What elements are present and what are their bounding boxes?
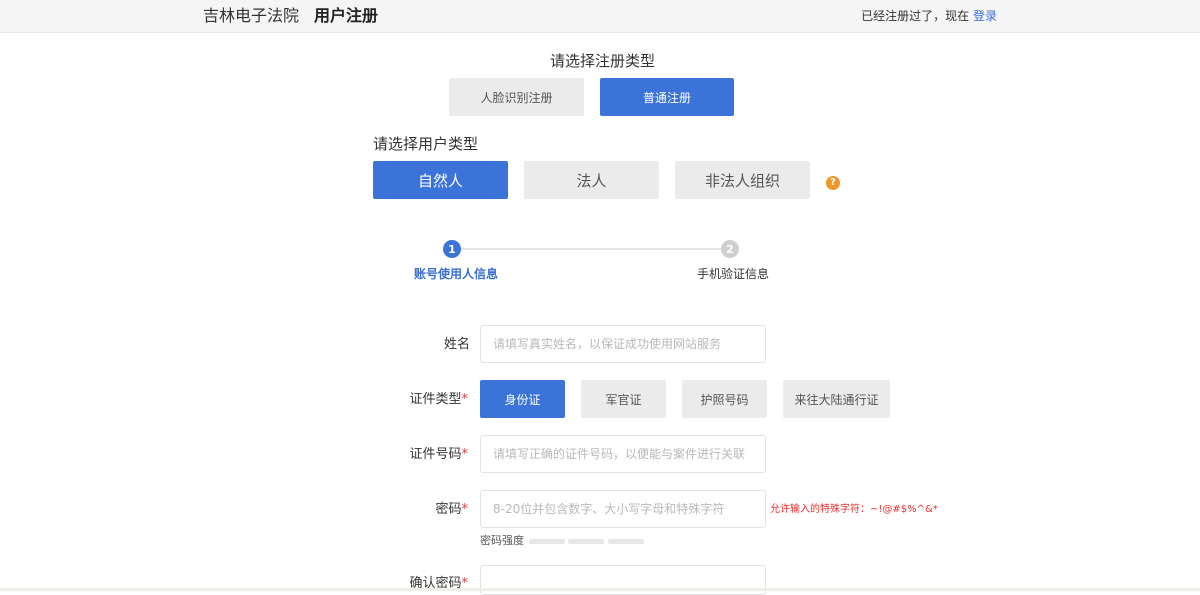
- name-label-text: 姓名: [443, 337, 470, 352]
- name-input[interactable]: [480, 325, 766, 363]
- user-type-non-legal-organization-button[interactable]: 非法人组织: [675, 161, 810, 199]
- user-type-natural-person-button[interactable]: 自然人: [373, 161, 508, 199]
- step-1-indicator: 1: [443, 240, 461, 258]
- id-type-label-text: 证件类型: [409, 392, 462, 407]
- step-progress-line: [452, 248, 730, 250]
- registration-type-title: 请选择注册类型: [550, 52, 656, 70]
- step-2-label: 手机验证信息: [697, 267, 770, 281]
- required-mark: *: [461, 392, 469, 407]
- user-type-title: 请选择用户类型: [373, 135, 479, 153]
- site-name: 吉林电子法院: [203, 6, 300, 25]
- login-hint-text: 已经注册过了，现在: [861, 9, 970, 23]
- required-mark: *: [461, 447, 469, 462]
- password-label-text: 密码: [435, 502, 462, 517]
- password-strength-bar-weak: [529, 539, 565, 544]
- user-type-legal-person-button[interactable]: 法人: [524, 161, 659, 199]
- step-1-label: 账号使用人信息: [414, 267, 499, 281]
- step-2-indicator: 2: [721, 240, 739, 258]
- name-label: 姓名: [330, 336, 470, 354]
- password-strength-label: 密码强度: [480, 534, 524, 547]
- password-strength-bar-strong: [608, 539, 644, 544]
- password-input[interactable]: [480, 490, 766, 528]
- id-type-officer-card-button[interactable]: 军官证: [581, 380, 666, 418]
- top-bar: 吉林电子法院 用户注册 已经注册过了，现在 登录: [0, 0, 1200, 33]
- login-hint: 已经注册过了，现在 登录: [861, 8, 997, 24]
- page-title: 用户注册: [314, 6, 379, 25]
- login-link[interactable]: 登录: [973, 9, 997, 23]
- id-type-label: 证件类型*: [328, 391, 468, 409]
- id-number-label-text: 证件号码: [409, 447, 462, 462]
- id-number-label: 证件号码*: [328, 446, 468, 464]
- help-icon[interactable]: ?: [826, 176, 840, 190]
- id-type-mainland-permit-button[interactable]: 来往大陆通行证: [783, 380, 890, 418]
- normal-register-button[interactable]: 普通注册: [600, 78, 734, 116]
- face-recognition-register-button[interactable]: 人脸识别注册: [449, 78, 584, 116]
- password-special-chars-hint: 允许输入的特殊字符：~!@#$%^&*: [770, 504, 938, 515]
- required-mark: *: [461, 502, 469, 517]
- id-number-input[interactable]: [480, 435, 766, 473]
- id-type-id-card-button[interactable]: 身份证: [480, 380, 565, 418]
- id-type-passport-button[interactable]: 护照号码: [682, 380, 767, 418]
- password-label: 密码*: [328, 501, 468, 519]
- password-strength-bar-medium: [568, 539, 604, 544]
